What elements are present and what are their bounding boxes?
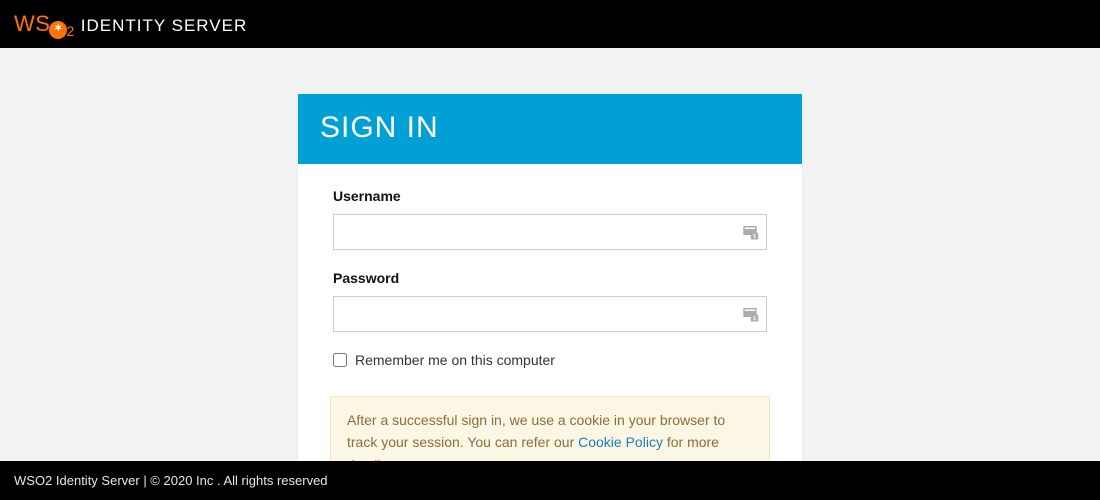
page-body: SIGN IN Username $ Password <box>0 48 1100 461</box>
top-bar: WS 2 IDENTITY SERVER <box>0 0 1100 48</box>
password-input[interactable] <box>333 296 767 332</box>
credential-manager-icon[interactable]: $ <box>741 305 759 323</box>
username-field-group: Username $ <box>333 188 767 250</box>
brand-o-icon <box>49 21 67 39</box>
remember-me-checkbox[interactable] <box>333 353 347 367</box>
username-input-wrap: $ <box>333 214 767 250</box>
svg-text:$: $ <box>753 316 756 322</box>
card-body: Username $ Password <box>298 164 802 461</box>
remember-me-row[interactable]: Remember me on this computer <box>333 352 767 368</box>
cookie-notice: After a successful sign in, we use a coo… <box>330 396 770 461</box>
page-footer: WSO2 Identity Server | © 2020 Inc . All … <box>0 461 1100 500</box>
credential-manager-icon[interactable]: $ <box>741 223 759 241</box>
password-field-group: Password $ <box>333 270 767 332</box>
cookie-policy-link[interactable]: Cookie Policy <box>578 434 663 450</box>
brand-logo: WS 2 IDENTITY SERVER <box>14 11 247 38</box>
remember-me-label: Remember me on this computer <box>355 352 555 368</box>
brand-ws: WS <box>14 11 50 37</box>
brand-sub2: 2 <box>66 23 74 39</box>
username-input[interactable] <box>333 214 767 250</box>
card-header: SIGN IN <box>298 94 802 164</box>
password-input-wrap: $ <box>333 296 767 332</box>
username-label: Username <box>333 188 767 204</box>
brand-product-name: IDENTITY SERVER <box>81 16 247 36</box>
svg-text:$: $ <box>753 234 756 240</box>
signin-card: SIGN IN Username $ Password <box>298 94 802 461</box>
password-label: Password <box>333 270 767 286</box>
card-title: SIGN IN <box>320 111 780 145</box>
footer-text: WSO2 Identity Server | © 2020 Inc . All … <box>14 473 328 488</box>
